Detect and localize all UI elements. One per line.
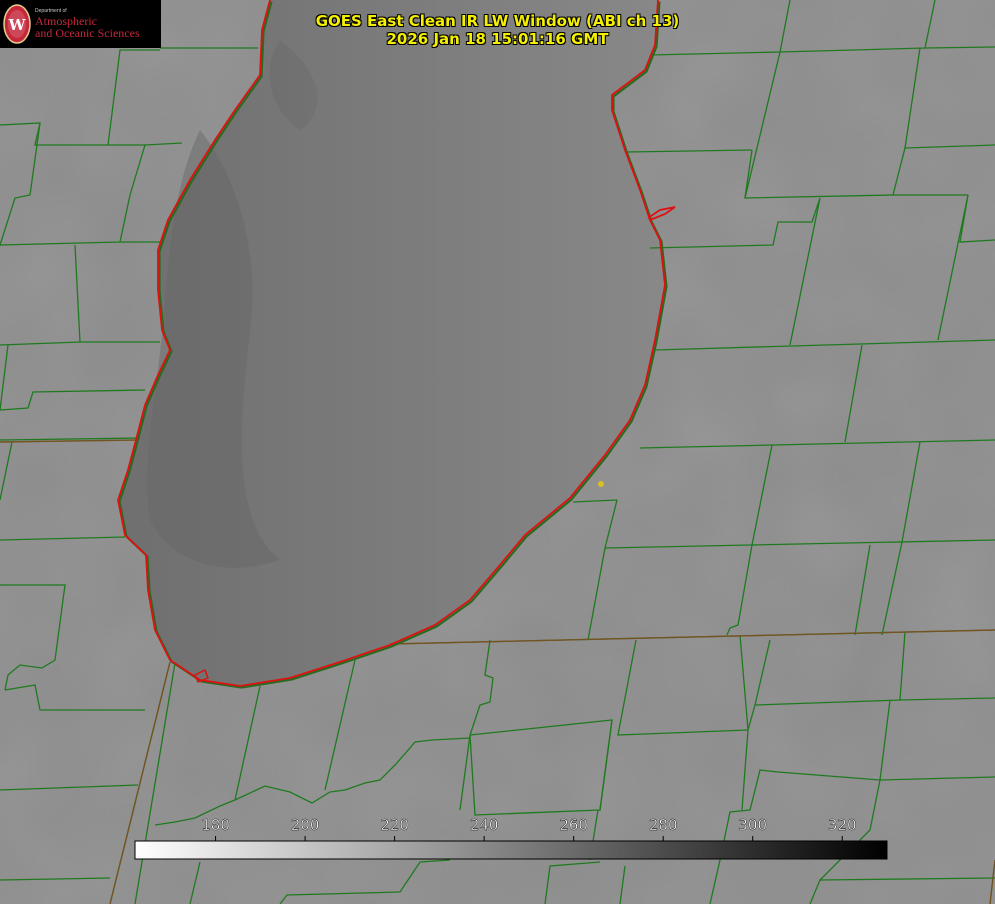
colorbar-tick-label: 200 — [291, 816, 320, 834]
colorbar-tick-label: 180 — [201, 816, 230, 834]
satellite-image-viewer: 180 200 220 240 260 280 300 320 W Department of… — [0, 0, 995, 904]
station-dot-icon — [598, 481, 604, 487]
colorbar-tick-label: 300 — [738, 816, 767, 834]
colorbar-tick-label: 240 — [470, 816, 499, 834]
colorbar-tick-label: 320 — [828, 816, 857, 834]
ir-satellite-map: 180 200 220 240 260 280 300 320 — [0, 0, 995, 904]
colorbar-tick-label: 280 — [649, 816, 678, 834]
image-title: GOES East Clean IR LW Window (ABI ch 13) — [315, 12, 680, 30]
image-timestamp: 2026 Jan 18 15:01:16 GMT — [386, 30, 609, 48]
colorbar-tick-label: 220 — [380, 816, 409, 834]
colorbar-gradient — [134, 840, 888, 860]
colorbar-tick-label: 260 — [559, 816, 588, 834]
